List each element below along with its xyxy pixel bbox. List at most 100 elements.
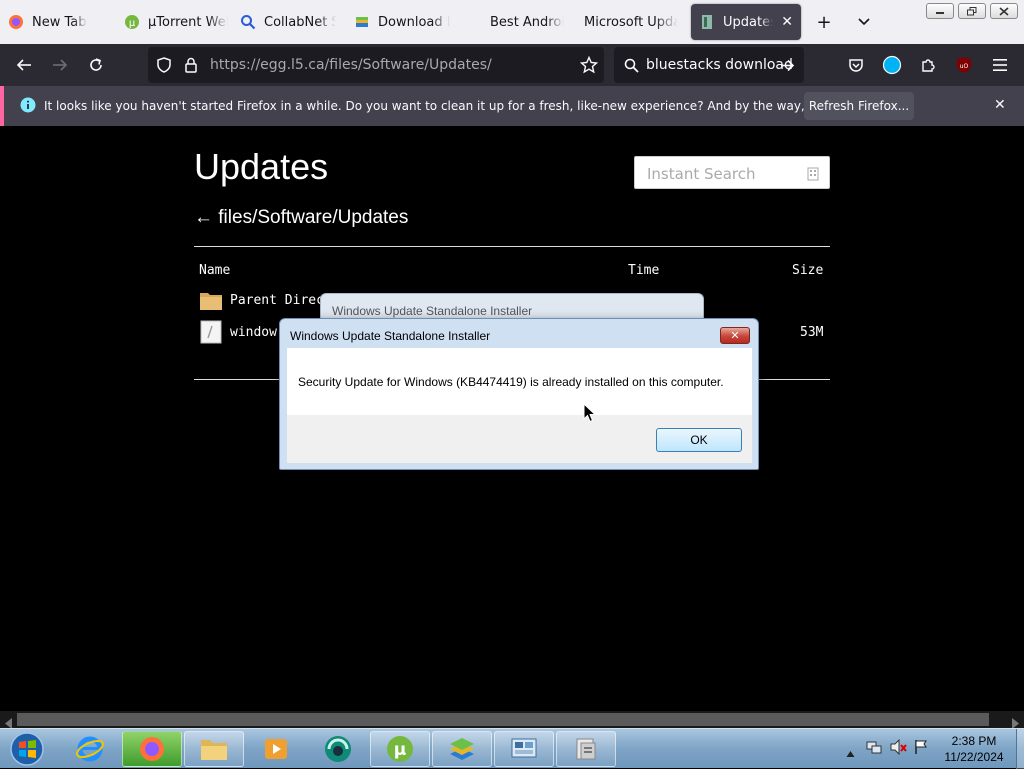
chevron-down-icon [858,18,870,26]
lock-icon[interactable] [184,57,198,77]
tab-strip: New Tab µ µTorrent Web CollabNet Se Down… [0,0,1024,44]
tab-label: µTorrent Web [148,14,228,30]
search-placeholder: Instant Search [647,165,756,183]
bluestacks-icon [450,738,474,760]
pocket-button[interactable] [844,53,868,77]
notification-bar: It looks like you haven't started Firefo… [0,86,1024,126]
horizontal-scrollbar[interactable] [0,711,1024,729]
arrow-left-icon [16,59,31,71]
blank-icon [560,14,576,30]
new-tab-button[interactable]: + [812,10,836,34]
installer-icon [576,738,596,760]
folder-icon [199,289,223,315]
puzzle-piece-icon [922,59,935,72]
back-button[interactable] [12,53,36,77]
bluestacks-icon [354,14,370,30]
show-hidden-icons-icon[interactable] [846,743,855,762]
forward-button[interactable] [48,53,72,77]
tab-updates[interactable]: Updates - ✕ [691,4,801,40]
internet-explorer-button[interactable] [60,731,120,767]
app-taskbar-button[interactable] [308,731,368,767]
file-row-parent-directory[interactable]: Parent Direc [230,293,324,308]
action-center-flag-icon[interactable] [914,739,928,759]
restore-icon [967,6,977,15]
bluestacks-taskbar-button[interactable] [432,731,492,767]
clock-time: 2:38 PM [951,734,997,748]
ok-button[interactable]: OK [656,428,742,452]
tab-download-bluestacks[interactable]: Download Bl [354,4,450,40]
installer-taskbar-button[interactable] [556,731,616,767]
reload-icon [90,58,102,71]
file-size: 53M [800,325,824,340]
ublock-button[interactable]: uO [952,53,976,77]
breadcrumb[interactable]: ← files/Software/Updates [194,207,408,229]
refresh-firefox-button[interactable]: Refresh Firefox... [804,92,914,120]
ublock-origin-icon: uO [957,57,971,73]
network-icon[interactable] [866,739,882,759]
pocket-icon [849,59,863,72]
close-notification-icon[interactable]: ✕ [994,97,1006,113]
arrow-right-icon [53,59,68,71]
close-tab-icon[interactable]: ✕ [781,14,793,30]
extensions-button[interactable] [916,53,940,77]
svg-text:uO: uO [960,63,969,70]
dialog-body: Security Update for Windows (KB4474419) … [287,348,752,463]
start-button[interactable] [4,731,50,767]
tab-best-android[interactable]: Best Android [466,4,564,40]
internet-explorer-icon [76,736,104,762]
go-arrow-icon[interactable] [780,58,795,77]
instant-search-input[interactable]: Instant Search [634,156,830,189]
page-icon [699,14,715,30]
search-input[interactable]: bluestacks download [646,57,793,73]
file-explorer-button[interactable] [184,731,244,767]
media-player-button[interactable] [246,731,306,767]
app-globe-icon [325,736,351,762]
scrollbar-thumb[interactable] [17,713,989,726]
dialog-message-area: Security Update for Windows (KB4474419) … [287,348,752,415]
control-panel-button[interactable] [494,731,554,767]
address-bar[interactable]: https://egg.l5.ca/files/Software/Updates… [148,47,604,83]
search-icon [624,58,639,77]
folder-icon [201,740,227,760]
tab-utorrent[interactable]: µ µTorrent Web [124,4,228,40]
app-menu-button[interactable] [988,53,1012,77]
tab-label: Microsoft Update [584,14,678,30]
minimize-button[interactable] [926,3,954,19]
window-title: Windows Update Standalone Installer [332,304,533,318]
close-icon [999,6,1009,16]
list-all-tabs-button[interactable] [852,10,876,34]
info-icon [20,97,36,117]
restore-button[interactable] [958,3,986,19]
tab-collabnet[interactable]: CollabNet Se [240,4,336,40]
firefox-taskbar-button[interactable] [122,731,182,767]
control-panel-icon [511,738,537,758]
firefox-icon [8,14,24,30]
system-clock[interactable]: 2:38 PM 11/22/2024 [934,733,1014,765]
media-player-icon [265,739,287,759]
column-header-time[interactable]: Time [628,263,659,278]
reload-button[interactable] [84,53,108,77]
close-window-button[interactable] [990,3,1018,19]
file-row-windows-update[interactable]: window [230,325,277,340]
navigation-toolbar: https://egg.l5.ca/files/Software/Updates… [0,44,1024,86]
search-bar[interactable]: bluestacks download [614,47,804,83]
column-header-size[interactable]: Size [792,263,823,278]
tab-label: New Tab [32,14,87,30]
tab-label: Updates - [723,14,774,30]
utorrent-icon: µ [124,14,140,30]
svg-text:µ: µ [394,740,407,760]
tab-microsoft-update[interactable]: Microsoft Update [560,4,678,40]
tab-label: Best Android [490,14,564,30]
show-desktop-button[interactable] [1016,729,1024,769]
tab-new-tab[interactable]: New Tab [8,4,113,40]
volume-muted-icon[interactable] [890,738,908,759]
dialog-message: Security Update for Windows (KB4474419) … [298,375,724,389]
windows-start-icon [10,732,44,766]
dialog-close-button[interactable]: ✕ [720,327,750,344]
utorrent-taskbar-button[interactable]: µ [370,731,430,767]
shield-icon[interactable] [156,57,172,77]
bookmark-star-icon[interactable] [579,55,599,78]
column-header-name[interactable]: Name [199,263,230,278]
account-button[interactable] [880,53,904,77]
keyboard-icon [807,166,819,185]
